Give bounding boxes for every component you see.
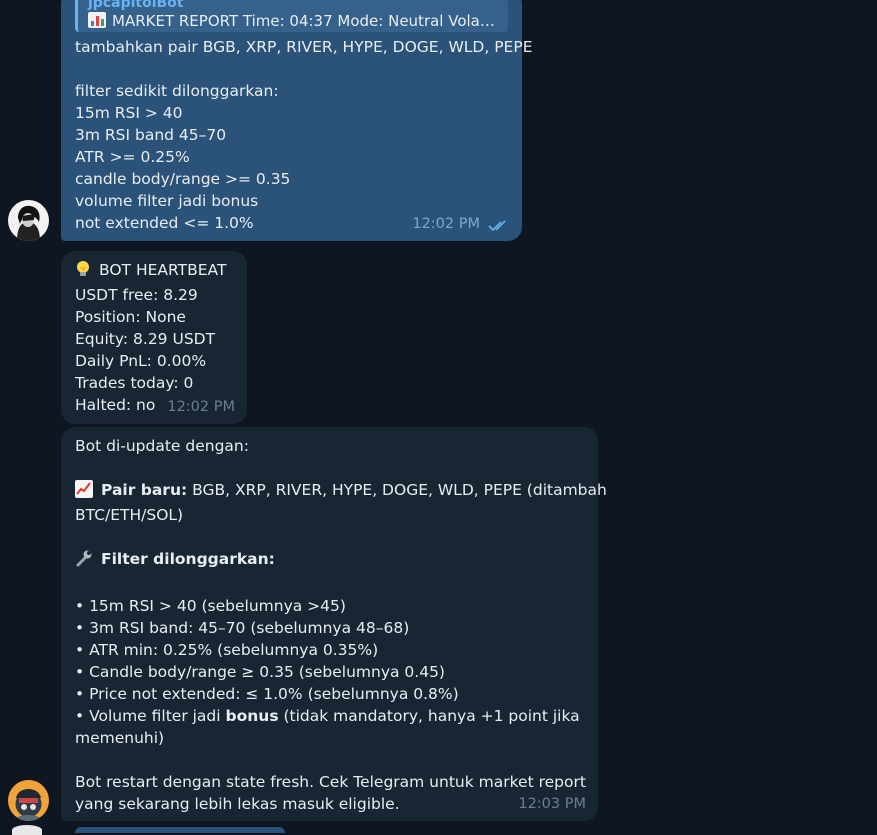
pair-text: BGB, XRP, RIVER, HYPE, DOGE, WLD, PEPE (… — [187, 481, 607, 499]
message-line: Bot restart dengan state fresh. Cek Tele… — [75, 773, 586, 791]
message-line: Bot di-update dengan: — [75, 437, 249, 455]
wrench-icon — [75, 549, 93, 573]
pair-label: Pair baru: — [101, 481, 188, 499]
message-line — [75, 58, 508, 80]
message-line: ATR >= 0.25% — [75, 148, 190, 166]
heartbeat-title-line: BOT HEARTBEAT — [75, 259, 233, 284]
message-line: tambahkan pair BGB, XRP, RIVER, HYPE, DO… — [75, 38, 533, 56]
message-line: memenuhi) — [75, 729, 165, 747]
reply-sender: jpcapitolBot — [88, 0, 184, 11]
heartbeat-title: BOT HEARTBEAT — [99, 261, 227, 279]
avatar-image — [8, 200, 49, 241]
message-line: BTC/ETH/SOL) — [75, 506, 184, 524]
message-line: Position: None — [75, 308, 186, 326]
reply-preview[interactable]: jpcapitolBot MARKET REPORT Time: 04:37 M… — [75, 0, 508, 32]
next-message-edge — [75, 827, 285, 833]
message-time: 12:03 PM — [518, 796, 586, 812]
filter-label: Filter dilonggarkan: — [101, 550, 275, 568]
message-time: 12:02 PM — [167, 399, 235, 415]
volume-prefix: • Volume filter jadi — [75, 707, 226, 725]
bullet-item: • 15m RSI > 40 (sebelumnya >45) — [75, 597, 346, 615]
message-line: candle body/range >= 0.35 — [75, 170, 291, 188]
message-line: 3m RSI band 45–70 — [75, 126, 227, 144]
bullet-item: • Volume filter jadi bonus (tidak mandat… — [75, 705, 584, 727]
message-line: Equity: 8.29 USDT — [75, 330, 216, 348]
filter-line: Filter dilonggarkan: — [75, 548, 584, 573]
update-message[interactable]: Bot di-update dengan: Pair baru: BGB, XR… — [61, 427, 607, 821]
bullet-item: • Candle body/range ≥ 0.35 (sebelumnya 0… — [75, 663, 445, 681]
message-time: 12:02 PM — [412, 216, 480, 232]
volume-bold: bonus — [225, 707, 279, 725]
message-line: Daily PnL: 0.00% — [75, 352, 207, 370]
message-line: filter sedikit dilonggarkan: — [75, 82, 279, 100]
bar-chart-icon — [88, 12, 106, 28]
message-line: 15m RSI > 40 — [75, 104, 183, 122]
bot-avatar[interactable] — [8, 780, 49, 821]
next-avatar-edge — [12, 825, 42, 835]
chart-increasing-icon — [75, 480, 93, 504]
bot-avatar-image — [8, 780, 49, 821]
message-line: Trades today: 0 — [75, 374, 194, 392]
message-line: USDT free: 8.29 — [75, 286, 198, 304]
message-line: yang sekarang lebih lekas masuk eligible… — [75, 795, 400, 813]
reply-text: MARKET REPORT Time: 04:37 Mode: Neutral … — [88, 12, 498, 30]
heartbeat-message[interactable]: BOT HEARTBEAT USDT free: 8.29 Position: … — [61, 251, 247, 424]
bullet-item: • Price not extended: ≤ 1.0% (sebelumnya… — [75, 685, 459, 703]
message-line: volume filter jadi bonus — [75, 192, 259, 210]
user-avatar[interactable] — [8, 200, 49, 241]
bullet-item: • 3m RSI band: 45–70 (sebelumnya 48–68) — [75, 619, 410, 637]
outgoing-message[interactable]: jpcapitolBot MARKET REPORT Time: 04:37 M… — [61, 0, 533, 241]
reply-text-content: MARKET REPORT Time: 04:37 Mode: Neutral … — [112, 12, 498, 30]
double-check-icon — [488, 220, 506, 232]
volume-suffix: (tidak mandatory, hanya +1 point jika — [278, 707, 580, 725]
bullet-item: • ATR min: 0.25% (sebelumnya 0.35%) — [75, 641, 379, 659]
light-bulb-icon — [75, 260, 91, 284]
pair-line: Pair baru: BGB, XRP, RIVER, HYPE, DOGE, … — [75, 479, 607, 504]
